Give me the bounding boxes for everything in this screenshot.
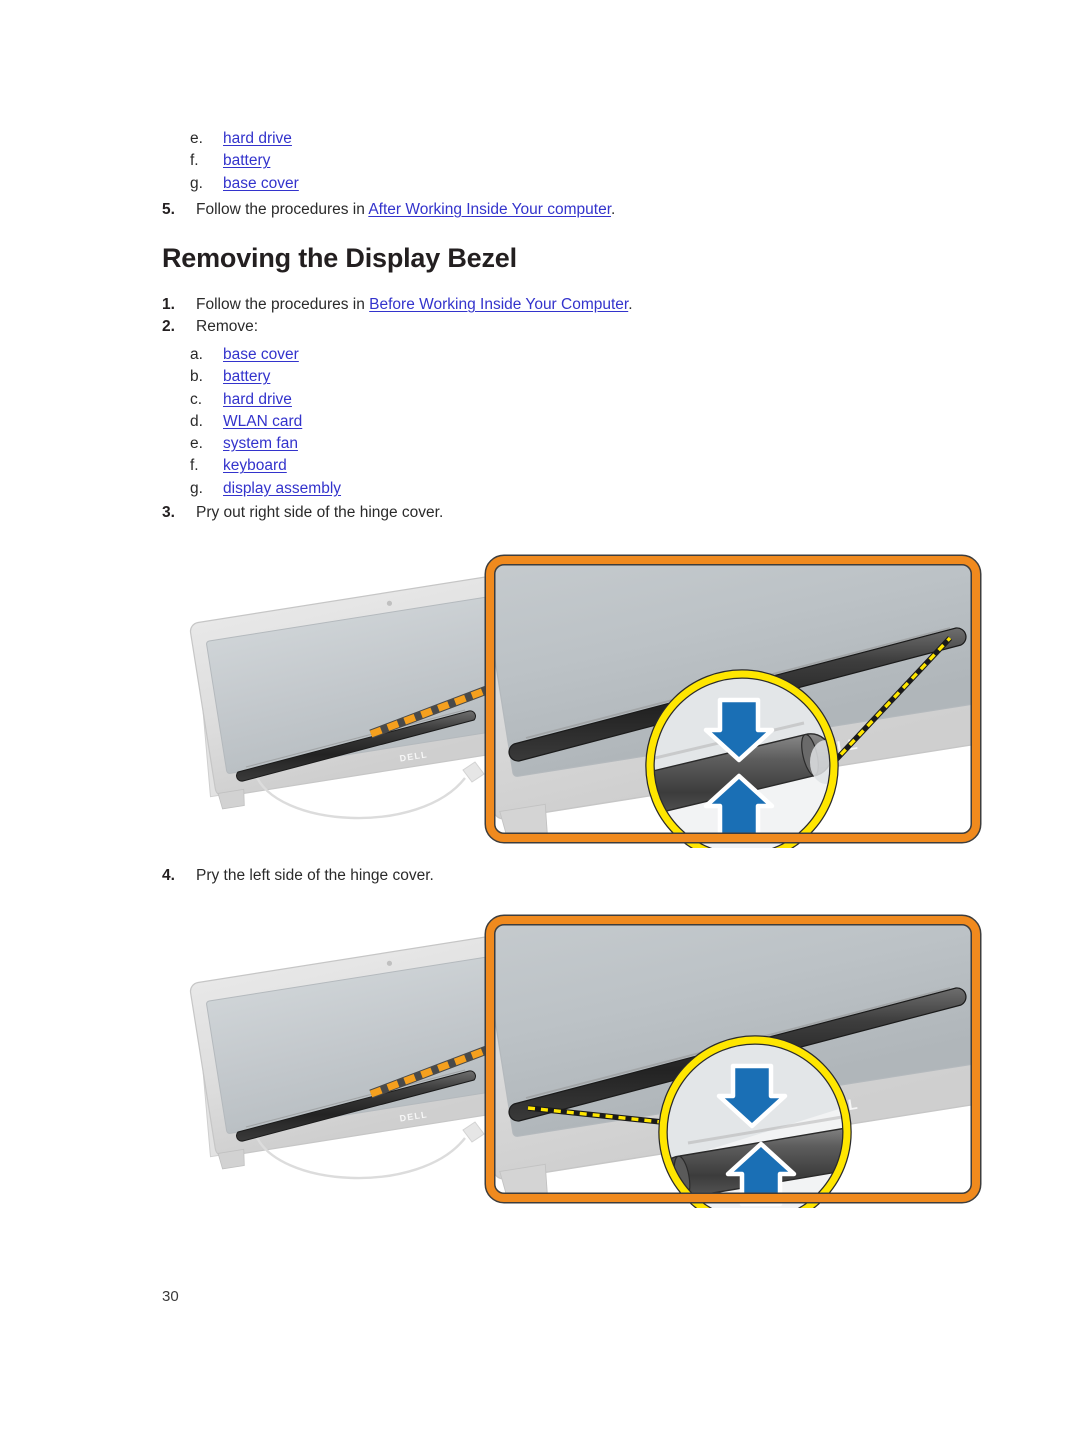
- step-text: Pry out right side of the hinge cover.: [196, 504, 444, 521]
- list-item: 3. Pry out right side of the hinge cover…: [0, 502, 1080, 524]
- link-base-cover[interactable]: base cover: [223, 346, 299, 363]
- list-item: 4. Pry the left side of the hinge cover.: [0, 865, 1080, 887]
- list-marker: 3.: [162, 504, 175, 521]
- list-marker: 4.: [162, 867, 175, 884]
- list-item: 1. Follow the procedures in Before Worki…: [0, 294, 1080, 316]
- link-before-working-inside-your-computer[interactable]: Before Working Inside Your Computer: [369, 296, 628, 313]
- inset-panel: DELL: [484, 554, 982, 848]
- list-item: f. battery: [0, 150, 1080, 172]
- list-item: f. keyboard: [0, 455, 1080, 477]
- list-marker: 2.: [162, 318, 175, 336]
- list-item: 5. Follow the procedures in After Workin…: [0, 199, 1080, 221]
- link-hard-drive[interactable]: hard drive: [223, 391, 292, 408]
- list-marker: b.: [190, 368, 203, 386]
- list-item: e. hard drive: [0, 128, 1080, 150]
- list-item: a. base cover: [0, 344, 1080, 366]
- link-keyboard[interactable]: keyboard: [223, 457, 287, 474]
- prev-section-subitems: e. hard drive f. battery g. base cover: [0, 128, 1080, 195]
- figure-pry-right-hinge-cover: DELL DELL: [180, 548, 1000, 848]
- section-steps-1-2: 1. Follow the procedures in Before Worki…: [0, 294, 1080, 339]
- step-text: Follow the procedures in: [196, 201, 369, 218]
- step-text: Pry the left side of the hinge cover.: [196, 867, 434, 884]
- link-after-working-inside-your-computer[interactable]: After Working Inside Your computer: [368, 201, 611, 218]
- link-battery[interactable]: battery: [223, 152, 270, 169]
- list-marker: g.: [190, 174, 203, 192]
- link-base-cover[interactable]: base cover: [223, 175, 299, 192]
- link-system-fan[interactable]: system fan: [223, 435, 298, 452]
- step-text: Remove:: [196, 318, 259, 336]
- link-display-assembly[interactable]: display assembly: [223, 480, 341, 497]
- section-step-4: 4. Pry the left side of the hinge cover.: [0, 865, 1080, 887]
- page-title: Removing the Display Bezel: [162, 243, 517, 273]
- figure-pry-left-hinge-cover: DELL DELL: [180, 908, 1000, 1208]
- list-marker: 1.: [162, 296, 175, 313]
- remove-items-list: a. base cover b. battery c. hard drive d…: [0, 344, 1080, 500]
- link-battery[interactable]: battery: [223, 368, 270, 385]
- inset-panel: DELL: [484, 914, 982, 1208]
- list-marker: e.: [190, 435, 203, 453]
- prev-section-step-5: 5. Follow the procedures in After Workin…: [0, 199, 1080, 221]
- list-item: 2. Remove:: [0, 316, 1080, 338]
- link-hard-drive[interactable]: hard drive: [223, 130, 292, 147]
- list-marker: 5.: [162, 201, 175, 218]
- link-wlan-card[interactable]: WLAN card: [223, 413, 302, 430]
- list-marker: f.: [190, 457, 199, 475]
- list-marker: a.: [190, 346, 203, 363]
- step-text-tail: .: [611, 201, 616, 218]
- list-item: b. battery: [0, 366, 1080, 388]
- list-item: g. base cover: [0, 173, 1080, 195]
- section-step-3: 3. Pry out right side of the hinge cover…: [0, 502, 1080, 524]
- document-page: e. hard drive f. battery g. base cover 5…: [0, 0, 1080, 1434]
- page-number: 30: [162, 1288, 179, 1305]
- list-marker: f.: [190, 152, 199, 170]
- list-marker: g.: [190, 479, 203, 497]
- step-text-tail: .: [628, 296, 633, 313]
- list-marker: e.: [190, 130, 203, 147]
- list-item: e. system fan: [0, 433, 1080, 455]
- list-marker: d.: [190, 412, 203, 430]
- list-marker: c.: [190, 390, 203, 408]
- step-text: Follow the procedures in: [196, 296, 370, 313]
- list-item: d. WLAN card: [0, 411, 1080, 433]
- list-item: g. display assembly: [0, 478, 1080, 500]
- list-item: c. hard drive: [0, 389, 1080, 411]
